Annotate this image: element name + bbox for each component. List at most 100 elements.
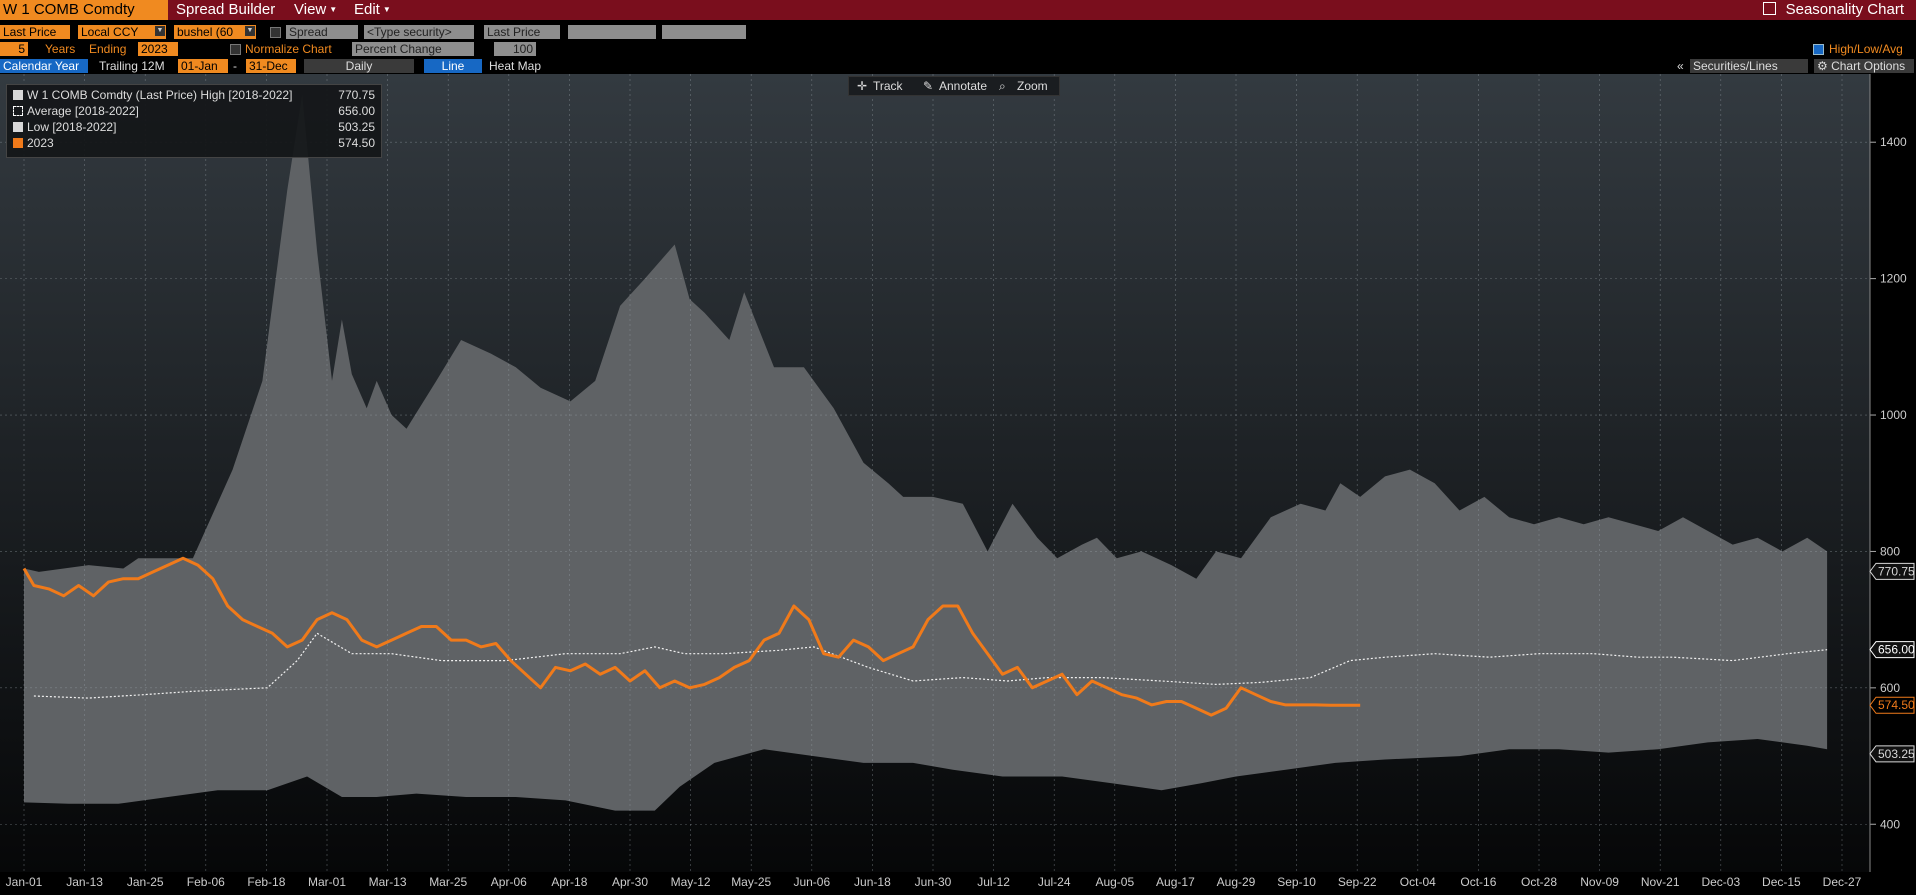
x-tick-label: Nov-21 — [1641, 875, 1680, 889]
normalize-checkbox[interactable] — [230, 44, 241, 55]
menu-view[interactable]: View ▼ — [294, 0, 337, 20]
x-tick-label: Jan-25 — [127, 875, 164, 889]
value-label: 574.50 — [1878, 698, 1915, 712]
legend-label: Average [2018-2022] — [27, 104, 139, 118]
x-tick-label: Sep-10 — [1277, 875, 1316, 889]
x-tick-label: Jun-06 — [793, 875, 830, 889]
second-price-select[interactable]: Last Price — [484, 25, 560, 39]
chart-toolbox: ✛ Track ✎ Annotate ⌕ Zoom — [848, 76, 1060, 96]
ticker-label[interactable]: W 1 COMB Comdty — [0, 0, 168, 20]
menu-label: View — [294, 1, 327, 18]
track-icon: ✛ — [857, 79, 868, 93]
date-dash: - — [233, 59, 237, 73]
x-tick-label: May-25 — [731, 875, 771, 889]
chart-options-label: Chart Options — [1831, 59, 1906, 73]
value-label: 770.75 — [1878, 564, 1915, 578]
value-label: 656.00 — [1878, 643, 1915, 657]
spread-checkbox[interactable] — [270, 27, 281, 38]
chart-options-button[interactable]: ⚙ Chart Options — [1814, 59, 1914, 73]
zoom-icon: ⌕ — [999, 79, 1006, 93]
x-tick-label: Mar-13 — [369, 875, 407, 889]
y-tick-label: 1400 — [1880, 135, 1907, 149]
y-tick-label: 1000 — [1880, 408, 1907, 422]
chevron-down-icon[interactable]: ▼ — [155, 26, 165, 36]
legend-label: W 1 COMB Comdty (Last Price) High [2018-… — [27, 88, 293, 102]
normalize-mode-select[interactable]: Percent Change — [352, 42, 474, 56]
x-tick-label: Jan-13 — [66, 875, 103, 889]
chart-legend: W 1 COMB Comdty (Last Price) High [2018-… — [6, 84, 382, 158]
x-tick-label: Dec-03 — [1701, 875, 1740, 889]
ending-label: Ending — [89, 42, 127, 56]
heat-map-tab[interactable]: Heat Map — [486, 59, 556, 73]
frequency-select[interactable]: Daily — [304, 59, 414, 73]
x-tick-label: Mar-01 — [308, 875, 346, 889]
track-button[interactable]: Track — [873, 77, 903, 95]
x-tick-label: Oct-16 — [1460, 875, 1496, 889]
empty-select-2[interactable] — [662, 25, 746, 39]
menu-edit[interactable]: Edit ▼ — [354, 0, 391, 20]
x-tick-label: Apr-30 — [612, 875, 648, 889]
caret-down-icon: ▼ — [382, 5, 391, 14]
legend-value: 770.75 — [338, 88, 375, 102]
x-tick-label: Aug-29 — [1217, 875, 1256, 889]
end-date-input[interactable]: 31-Dec — [246, 59, 296, 73]
x-tick-label: Jul-24 — [1038, 875, 1071, 889]
x-tick-label: Dec-27 — [1823, 875, 1862, 889]
caret-down-icon: ▼ — [329, 5, 338, 14]
currency-select[interactable]: Local CCY — [78, 25, 166, 39]
legend-item-high: W 1 COMB Comdty (Last Price) High [2018-… — [13, 88, 375, 103]
legend-swatch — [13, 106, 23, 116]
x-tick-label: Feb-18 — [247, 875, 285, 889]
app-title-label: Seasonality Chart — [1785, 1, 1904, 18]
normalize-value-input[interactable]: 100 — [494, 42, 536, 56]
legend-swatch — [13, 122, 23, 132]
title-bar: W 1 COMB Comdty Spread Builder View ▼ Edi… — [0, 0, 1916, 20]
years-stepper[interactable]: 5 — [0, 42, 28, 56]
calendar-year-tab[interactable]: Calendar Year — [0, 59, 88, 73]
normalize-label: Normalize Chart — [245, 42, 332, 56]
unit-select[interactable]: bushel (60 — [174, 25, 256, 39]
securities-lines-button[interactable]: Securities/Lines — [1690, 59, 1808, 73]
annotate-icon: ✎ — [923, 79, 934, 93]
collapse-icon[interactable]: « — [1674, 59, 1686, 73]
menu-label: Spread Builder — [176, 1, 276, 18]
annotate-button[interactable]: Annotate — [939, 77, 987, 95]
start-date-input[interactable]: 01-Jan — [178, 59, 228, 73]
menu-spread-builder[interactable]: Spread Builder — [176, 0, 275, 20]
chart-svg[interactable]: Jan-01 Jan-13 Jan-25 Feb-06 Feb-18 Mar-01 Mar-… — [0, 74, 1916, 890]
seasonality-chart[interactable]: Jan-01 Jan-13 Jan-25 Feb-06 Feb-18 Mar-01 Mar-… — [0, 74, 1916, 890]
x-tick-label: Oct-04 — [1400, 875, 1436, 889]
legend-item-low: Low [2018-2022] 503.25 — [13, 120, 375, 135]
price-field-select[interactable]: Last Price — [0, 25, 70, 39]
zoom-button[interactable]: Zoom — [1017, 77, 1048, 95]
legend-label: Low [2018-2022] — [27, 120, 117, 134]
x-tick-label: Dec-15 — [1762, 875, 1801, 889]
line-tab[interactable]: Line — [424, 59, 482, 73]
x-tick-label: Sep-22 — [1338, 875, 1377, 889]
empty-select-1[interactable] — [568, 25, 656, 39]
chevron-down-icon[interactable]: ▼ — [245, 26, 255, 36]
x-tick-label: Apr-18 — [551, 875, 587, 889]
legend-item-2023: 2023 574.50 — [13, 136, 375, 151]
x-tick-label: Aug-05 — [1095, 875, 1134, 889]
high-low-avg-label: High/Low/Avg — [1829, 42, 1903, 56]
x-tick-label: Jan-01 — [6, 875, 43, 889]
trailing-12m-tab[interactable]: Trailing 12M — [96, 59, 176, 73]
type-security-input[interactable]: <Type security> — [364, 25, 474, 39]
x-tick-label: Mar-25 — [429, 875, 467, 889]
gear-icon: ⚙ — [1817, 59, 1832, 73]
x-tick-label: Jun-18 — [854, 875, 891, 889]
legend-value: 503.25 — [338, 120, 375, 134]
x-tick-label: Oct-28 — [1521, 875, 1557, 889]
y-tick-label: 1200 — [1880, 272, 1907, 286]
x-tick-label: Feb-06 — [187, 875, 225, 889]
high-low-avg-checkbox[interactable] — [1813, 44, 1824, 55]
securities-lines-label: Securities/Lines — [1693, 59, 1778, 73]
controls-row-2: 5 Years Ending 2023 Normalize Chart Perc… — [0, 41, 1916, 58]
x-tick-label: Jun-30 — [915, 875, 952, 889]
x-tick-label: Nov-09 — [1580, 875, 1619, 889]
legend-item-average: Average [2018-2022] 656.00 — [13, 104, 375, 119]
spread-select[interactable]: Spread — [286, 25, 358, 39]
ending-year-stepper[interactable]: 2023 — [138, 42, 178, 56]
app-title[interactable]: Seasonality Chart — [1762, 0, 1904, 20]
